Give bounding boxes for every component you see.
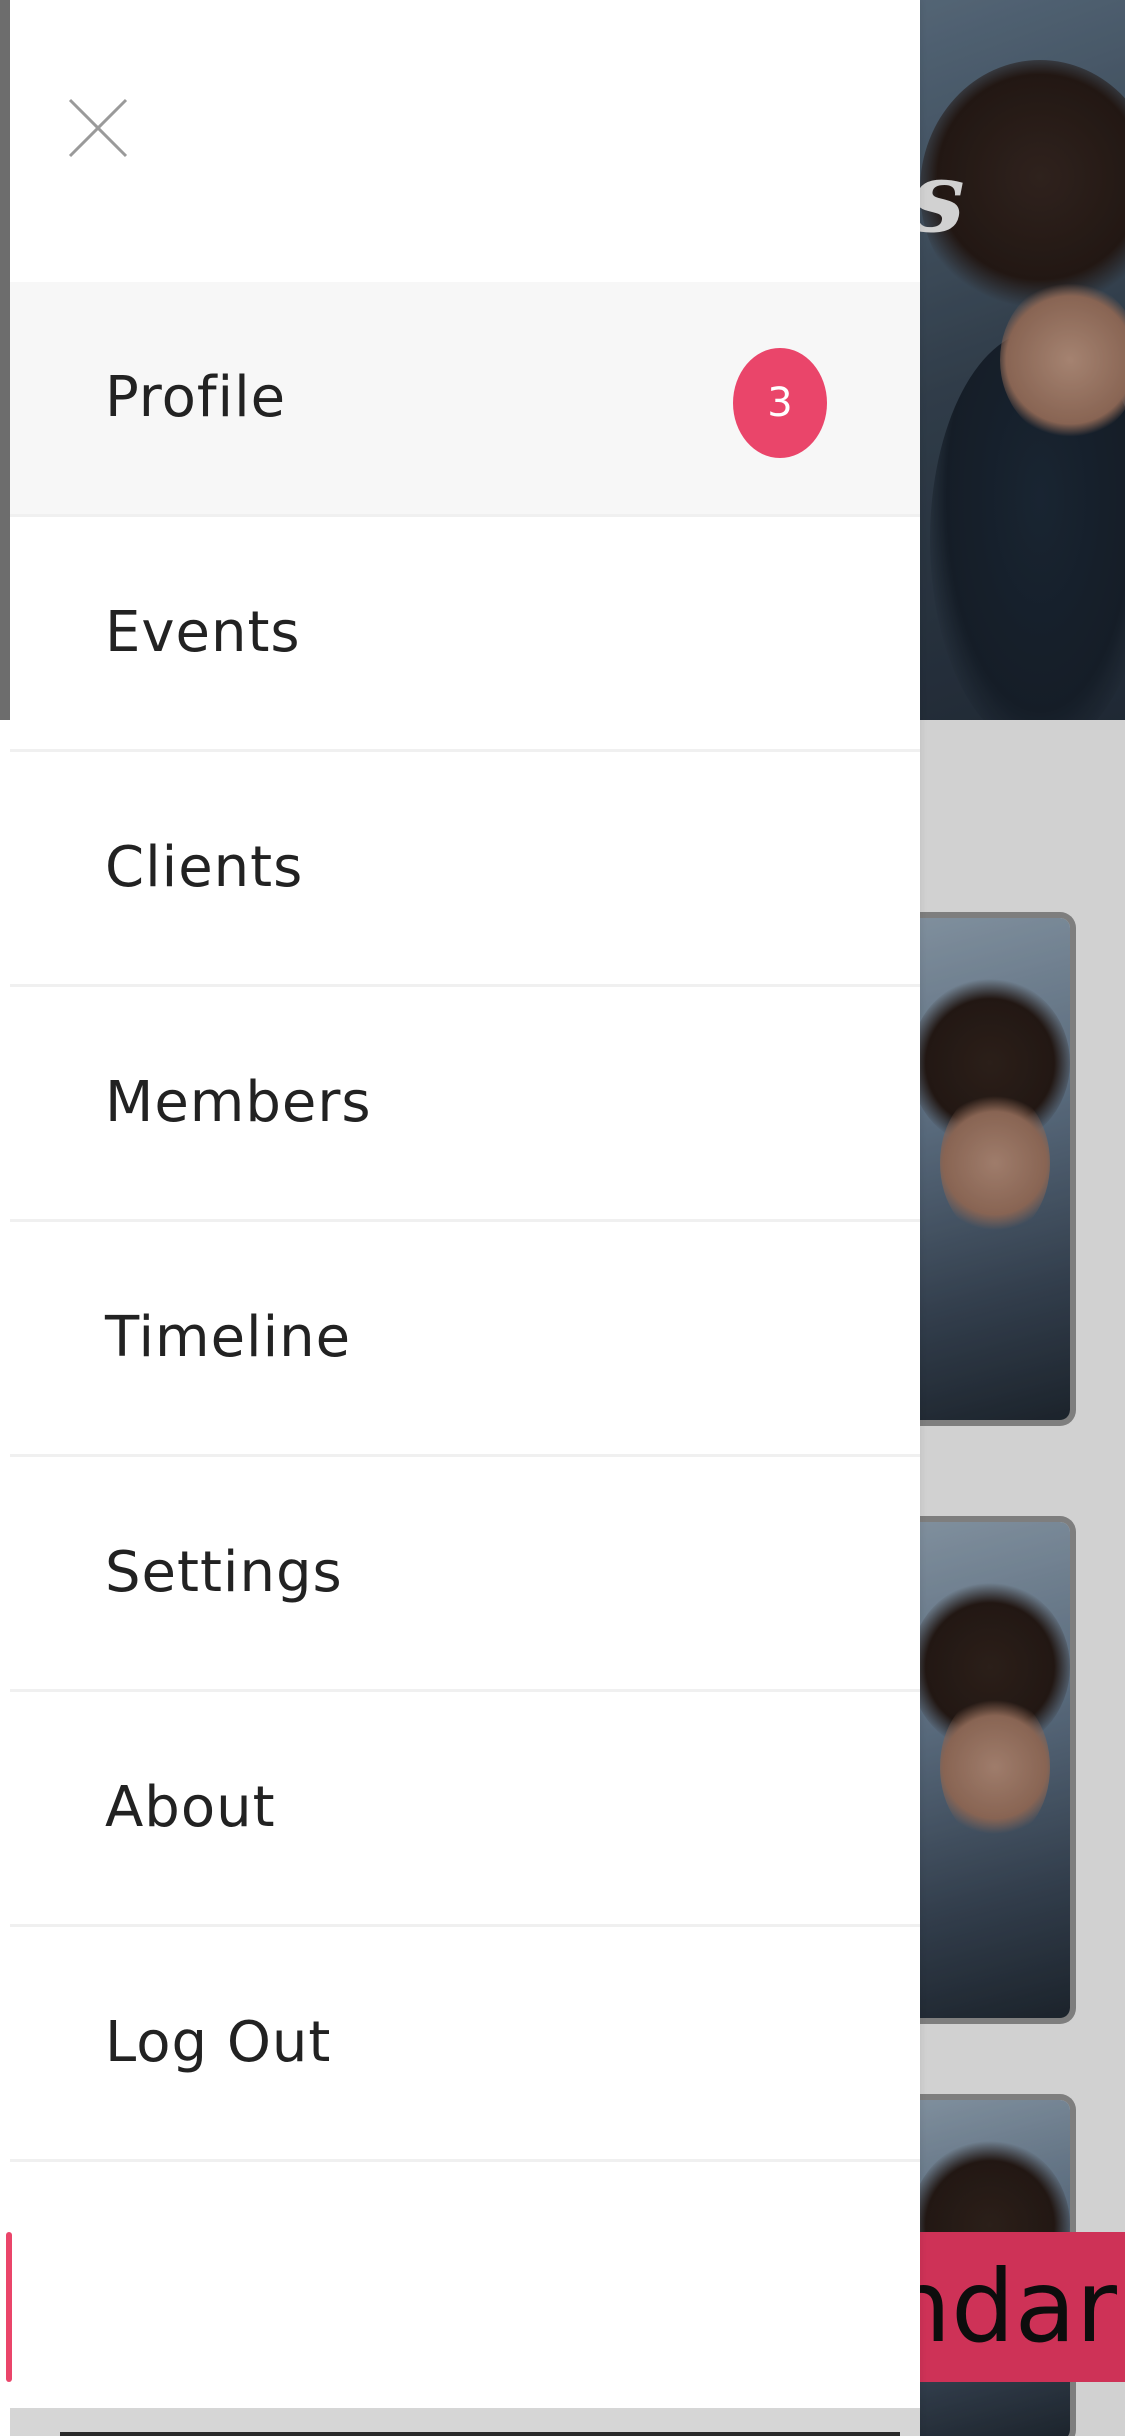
notification-badge: 3 — [733, 348, 827, 458]
menu-item-timeline[interactable]: Timeline — [10, 1222, 920, 1457]
menu-item-log-out[interactable]: Log Out — [10, 1927, 920, 2162]
menu-item-label: Members — [105, 1070, 372, 1135]
menu-item-label: Log Out — [105, 2010, 332, 2075]
close-button[interactable] — [58, 88, 138, 168]
menu-item-label: Events — [105, 600, 301, 665]
drawer-edge — [0, 0, 10, 720]
menu-item-label: Profile — [105, 365, 287, 430]
screen: rs ndar Profile 3 — [0, 0, 1125, 2436]
menu-item-clients[interactable]: Clients — [10, 752, 920, 987]
menu-item-label: Clients — [105, 835, 304, 900]
menu-item-label: Settings — [105, 1540, 343, 1605]
close-icon — [68, 98, 128, 158]
menu-item-settings[interactable]: Settings — [10, 1457, 920, 1692]
menu-item-about[interactable]: About — [10, 1692, 920, 1927]
drawer-menu: Profile 3 Events Clients Members Timelin… — [10, 282, 920, 2162]
menu-item-label: Timeline — [105, 1305, 352, 1370]
menu-item-label: About — [105, 1775, 276, 1840]
menu-item-events[interactable]: Events — [10, 517, 920, 752]
menu-item-members[interactable]: Members — [10, 987, 920, 1222]
accent-edge — [6, 2232, 12, 2382]
drawer-header — [10, 0, 920, 282]
navigation-drawer: Profile 3 Events Clients Members Timelin… — [0, 0, 920, 2436]
menu-item-profile[interactable]: Profile 3 — [10, 282, 920, 517]
footer-divider — [60, 2432, 900, 2436]
